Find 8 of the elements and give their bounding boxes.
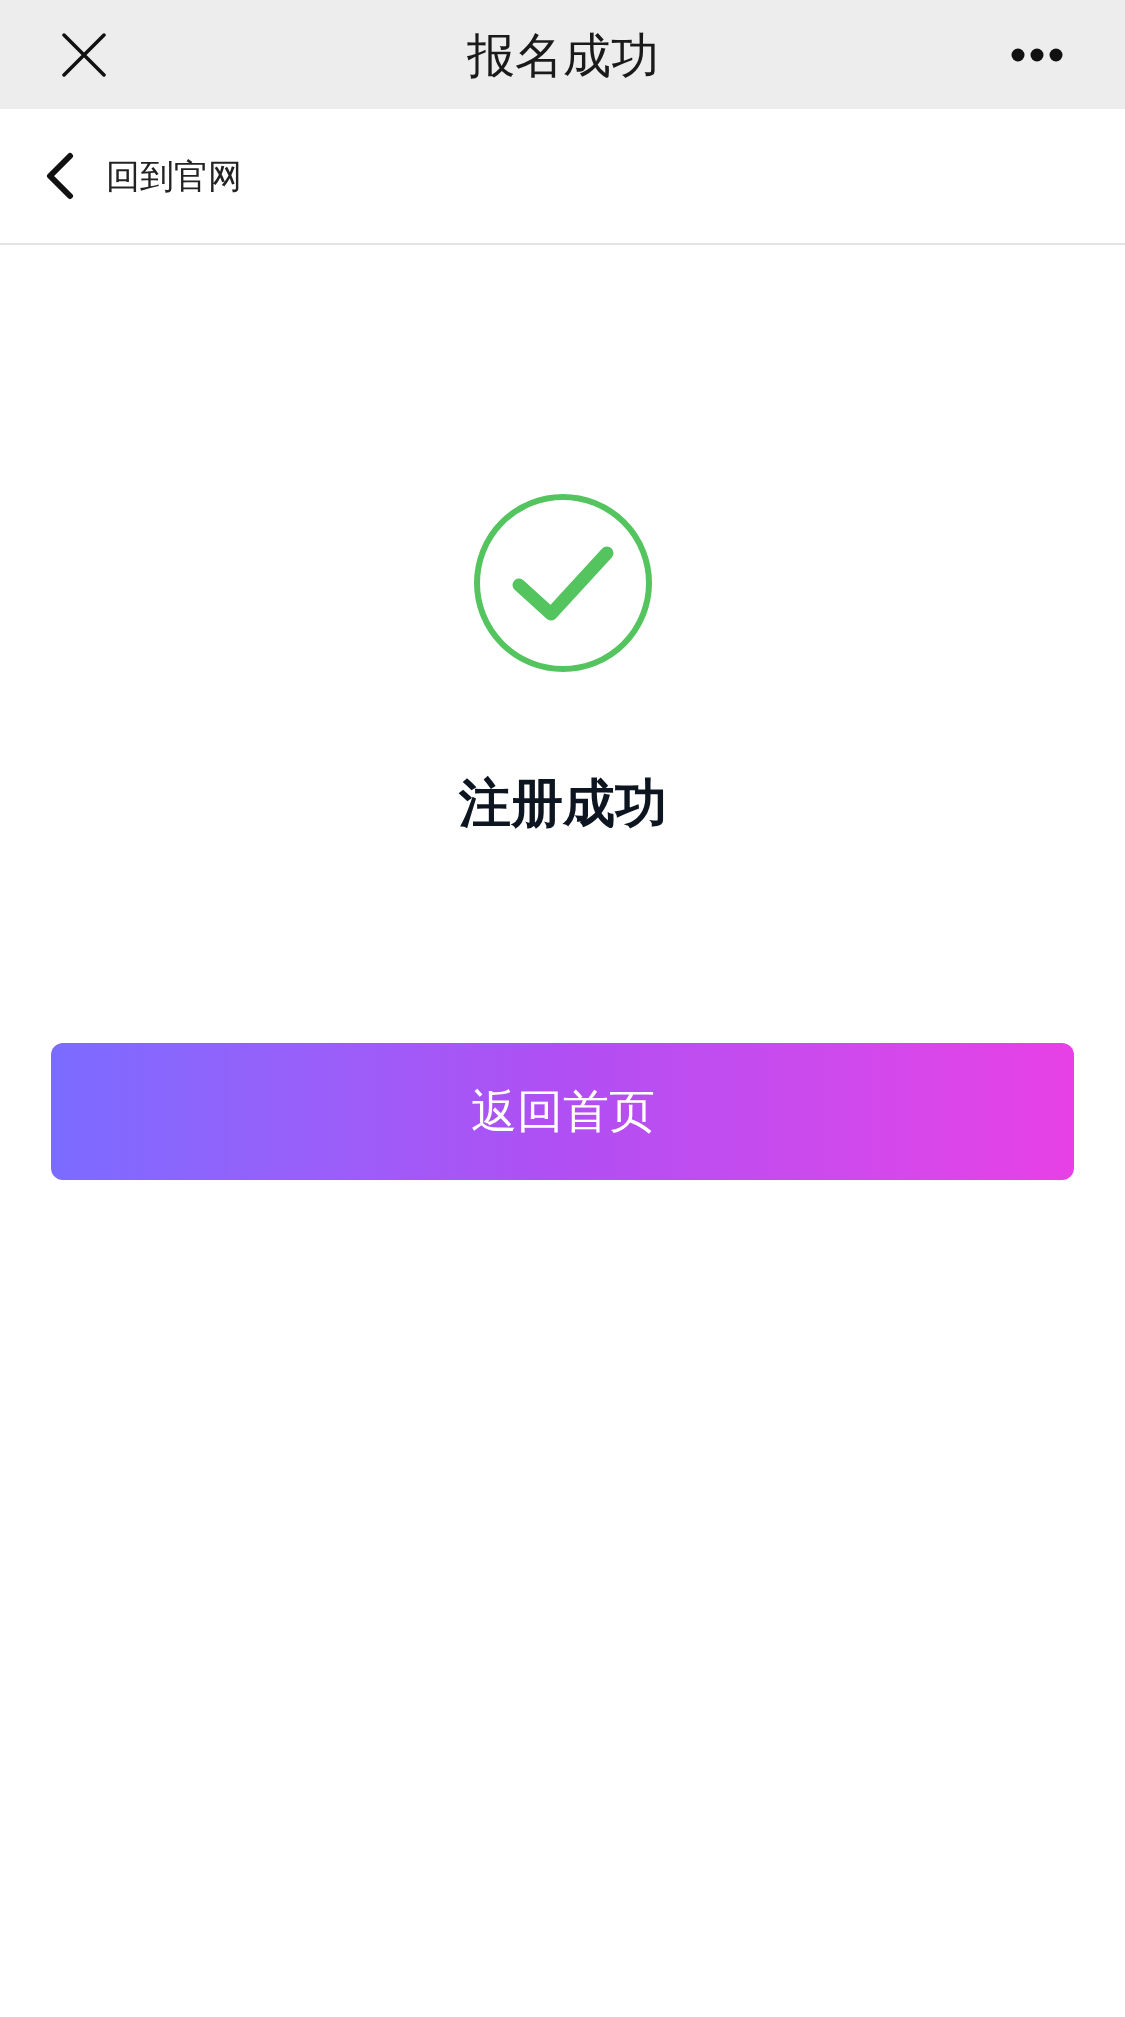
close-icon[interactable] xyxy=(62,32,106,77)
back-link[interactable]: 回到官网 xyxy=(44,150,242,202)
check-circle-icon xyxy=(472,493,653,673)
home-button[interactable]: 返回首页 xyxy=(51,1043,1074,1180)
success-message: 注册成功 xyxy=(458,773,667,833)
more-icon[interactable] xyxy=(1011,47,1063,62)
page-title: 报名成功 xyxy=(466,30,659,79)
chevron-left-icon xyxy=(44,152,74,200)
